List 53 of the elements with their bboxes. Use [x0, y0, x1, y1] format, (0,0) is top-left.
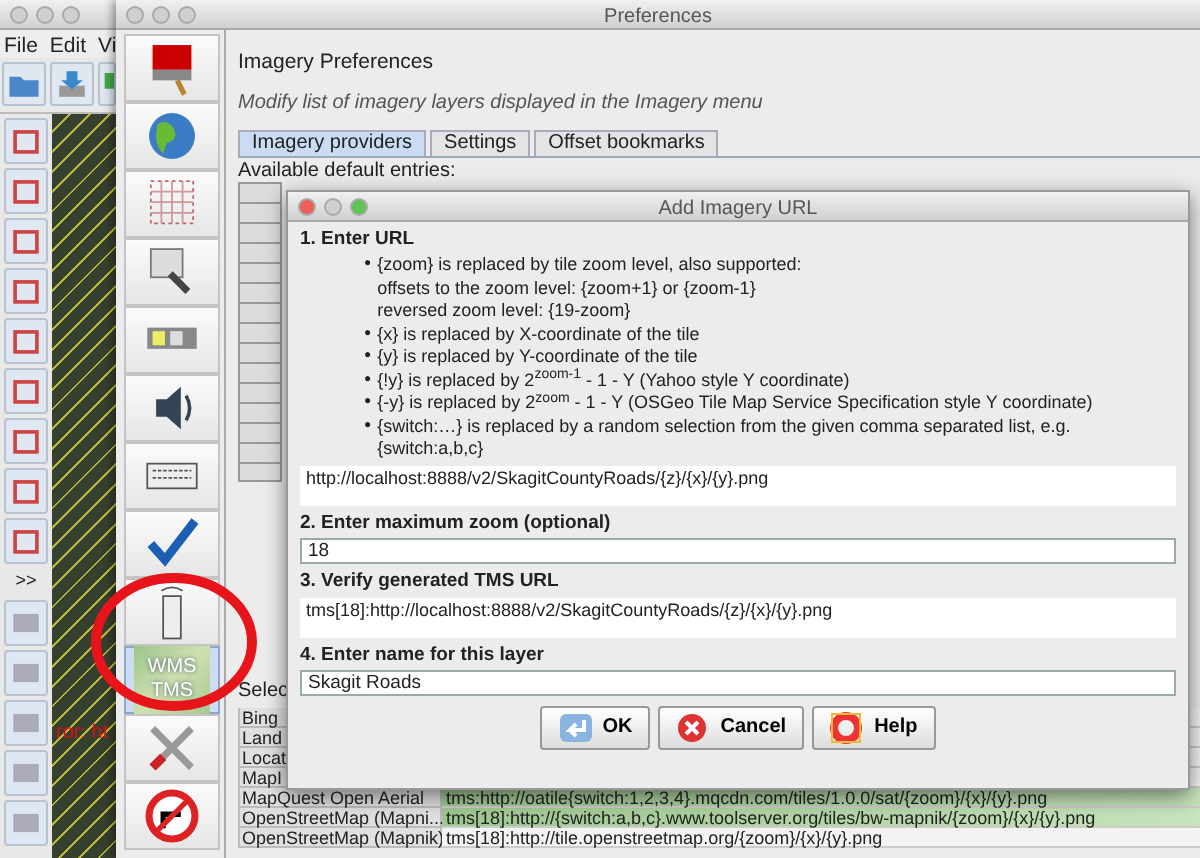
- help-text: {-y} is replaced by 2$^{zoom}$ - 1 - Y (OSGeo Tile Map Service Specification style Y coordinate): [377, 392, 1093, 415]
- help-text: {zoom} is replaced by tile zoom level, also supported: offsets to the zoom level: {zoom+1} or {zoom-1} reversed zoom level: {19-zoom}: [377, 254, 802, 323]
- table-caption: Selec: [238, 677, 289, 700]
- folder-icon[interactable]: [2, 62, 46, 106]
- close-control[interactable]: [10, 6, 28, 24]
- help-text: {x} is replaced by X-coordinate of the tile: [377, 323, 700, 346]
- preferences-tab[interactable]: [124, 374, 220, 442]
- field-label: 1. Enter URL: [300, 228, 417, 252]
- window-title: Preferences: [602, 4, 714, 32]
- menu-item[interactable]: Vi: [98, 32, 117, 56]
- tab[interactable]: Settings: [430, 129, 531, 156]
- text-area[interactable]: tms[18]:http://localhost:8888/v2/SkagitCountyRoads/{z}/{x}/{y}.png: [300, 597, 1176, 637]
- field-label: 3. Verify generated TMS URL: [300, 569, 561, 593]
- preferences-tab[interactable]: [124, 442, 220, 510]
- close-control[interactable]: [298, 198, 316, 216]
- section-heading: Imagery Preferences: [238, 48, 435, 78]
- field-label: 2. Enter maximum zoom (optional): [300, 511, 613, 535]
- field-label: 4. Enter name for this layer: [300, 643, 546, 667]
- table-cell: tms[18]:http://{switch:a,b,c}.www.toolserver.org/tiles/bw-mapnik/{zoom}/{x}/{y}.png: [442, 807, 1200, 828]
- help-text: {switch:…} is replaced by a random selection from the given comma separated list, e.g. {switch:a,b,c}: [377, 415, 1073, 461]
- minimize-control[interactable]: [152, 6, 170, 24]
- preferences-tab[interactable]: [124, 34, 220, 102]
- tab[interactable]: Offset bookmarks: [534, 129, 719, 156]
- help-text: {!y} is replaced by 2$^{zoom-1}$ - 1 - Y (Yahoo style Y coordinate): [377, 369, 850, 392]
- minimize-control[interactable]: [36, 6, 54, 24]
- table-cell: OpenStreetMap (Mapni...: [238, 807, 442, 828]
- preferences-tab[interactable]: [124, 238, 220, 306]
- minimize-control[interactable]: [324, 198, 342, 216]
- cancel-button[interactable]: Cancel: [658, 705, 805, 749]
- menu-item[interactable]: File: [4, 32, 38, 56]
- more-tools-button[interactable]: >>: [15, 568, 37, 595]
- tab[interactable]: Imagery providers: [238, 129, 427, 156]
- close-control[interactable]: [126, 6, 144, 24]
- table-cell: tms[18]:http://tile.openstreetmap.org/{zoom}/{x}/{y}.png: [442, 827, 1200, 848]
- no-turn-sign-icon: [140, 786, 204, 846]
- input-field[interactable]: 18: [300, 537, 1176, 563]
- zoom-control[interactable]: [178, 6, 196, 24]
- preferences-tab[interactable]: [124, 102, 220, 170]
- menu-item[interactable]: Edit: [49, 32, 87, 56]
- lifebuoy-icon: [830, 711, 867, 743]
- table-caption: Available default entries:: [238, 159, 458, 182]
- preferences-tab[interactable]: [124, 782, 220, 850]
- help-button[interactable]: Help: [812, 705, 936, 749]
- section-description: Modify list of imagery layers displayed in the Imagery menu: [238, 89, 765, 118]
- text-area[interactable]: http://localhost:8888/v2/SkagitCountyRoads/{z}/{x}/{y}.png: [300, 465, 1176, 505]
- input-field[interactable]: Skagit Roads: [300, 669, 1176, 695]
- zoom-control[interactable]: [62, 6, 80, 24]
- help-text: {y} is replaced by Y-coordinate of the tile: [377, 346, 698, 368]
- zoom-control[interactable]: [350, 198, 368, 216]
- ok-button[interactable]: OK: [540, 705, 651, 749]
- preferences-tab[interactable]: [124, 510, 220, 578]
- dialog-title: Add Imagery URL: [656, 196, 820, 224]
- table-cell: OpenStreetMap (Mapnik): [238, 827, 442, 848]
